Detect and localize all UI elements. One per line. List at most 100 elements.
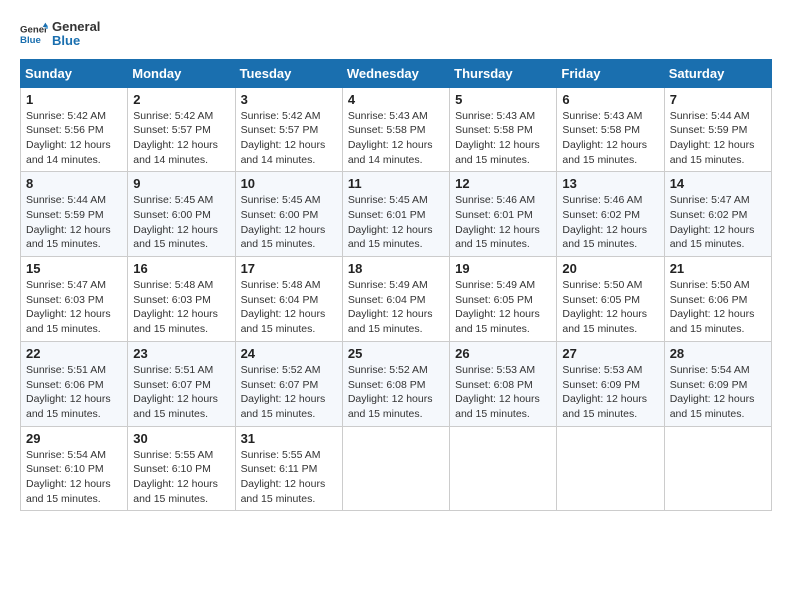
calendar-cell: 15 Sunrise: 5:47 AM Sunset: 6:03 PM Dayl…: [21, 257, 128, 342]
sunset-label: Sunset: 5:57 PM: [241, 124, 319, 136]
sunrise-label: Sunrise: 5:46 AM: [455, 194, 535, 206]
daylight-minutes: and 15 minutes.: [670, 154, 745, 166]
calendar-cell: 26 Sunrise: 5:53 AM Sunset: 6:08 PM Dayl…: [450, 341, 557, 426]
day-number: 19: [455, 261, 551, 276]
day-info: Sunrise: 5:49 AM Sunset: 6:05 PM Dayligh…: [455, 278, 551, 337]
daylight-minutes: and 15 minutes.: [26, 323, 101, 335]
sunrise-label: Sunrise: 5:55 AM: [241, 449, 321, 461]
sunset-label: Sunset: 6:08 PM: [348, 379, 426, 391]
calendar-cell: 19 Sunrise: 5:49 AM Sunset: 6:05 PM Dayl…: [450, 257, 557, 342]
sunset-label: Sunset: 6:03 PM: [26, 294, 104, 306]
day-number: 1: [26, 92, 122, 107]
daylight-label: Daylight: 12 hours: [670, 224, 755, 236]
daylight-minutes: and 15 minutes.: [670, 238, 745, 250]
daylight-label: Daylight: 12 hours: [133, 224, 218, 236]
weekday-header-row: SundayMondayTuesdayWednesdayThursdayFrid…: [21, 59, 772, 87]
sunset-label: Sunset: 6:00 PM: [133, 209, 211, 221]
day-info: Sunrise: 5:44 AM Sunset: 5:59 PM Dayligh…: [670, 109, 766, 168]
day-info: Sunrise: 5:43 AM Sunset: 5:58 PM Dayligh…: [348, 109, 444, 168]
daylight-minutes: and 15 minutes.: [133, 493, 208, 505]
daylight-minutes: and 15 minutes.: [670, 323, 745, 335]
daylight-minutes: and 15 minutes.: [455, 154, 530, 166]
daylight-label: Daylight: 12 hours: [348, 308, 433, 320]
daylight-label: Daylight: 12 hours: [562, 224, 647, 236]
day-number: 22: [26, 346, 122, 361]
daylight-minutes: and 14 minutes.: [241, 154, 316, 166]
calendar-cell: 3 Sunrise: 5:42 AM Sunset: 5:57 PM Dayli…: [235, 87, 342, 172]
day-info: Sunrise: 5:46 AM Sunset: 6:01 PM Dayligh…: [455, 193, 551, 252]
day-number: 20: [562, 261, 658, 276]
sunset-label: Sunset: 5:58 PM: [348, 124, 426, 136]
calendar-week-row: 8 Sunrise: 5:44 AM Sunset: 5:59 PM Dayli…: [21, 172, 772, 257]
sunrise-label: Sunrise: 5:54 AM: [26, 449, 106, 461]
day-number: 18: [348, 261, 444, 276]
daylight-minutes: and 15 minutes.: [455, 408, 530, 420]
daylight-label: Daylight: 12 hours: [562, 308, 647, 320]
sunset-label: Sunset: 6:09 PM: [562, 379, 640, 391]
sunset-label: Sunset: 6:02 PM: [670, 209, 748, 221]
weekday-header-wednesday: Wednesday: [342, 59, 449, 87]
day-info: Sunrise: 5:51 AM Sunset: 6:07 PM Dayligh…: [133, 363, 229, 422]
calendar-cell: 1 Sunrise: 5:42 AM Sunset: 5:56 PM Dayli…: [21, 87, 128, 172]
calendar-cell: 7 Sunrise: 5:44 AM Sunset: 5:59 PM Dayli…: [664, 87, 771, 172]
calendar-cell: 4 Sunrise: 5:43 AM Sunset: 5:58 PM Dayli…: [342, 87, 449, 172]
sunrise-label: Sunrise: 5:54 AM: [670, 364, 750, 376]
day-number: 31: [241, 431, 337, 446]
day-info: Sunrise: 5:52 AM Sunset: 6:07 PM Dayligh…: [241, 363, 337, 422]
day-info: Sunrise: 5:45 AM Sunset: 6:01 PM Dayligh…: [348, 193, 444, 252]
calendar-cell: 21 Sunrise: 5:50 AM Sunset: 6:06 PM Dayl…: [664, 257, 771, 342]
sunset-label: Sunset: 6:10 PM: [133, 463, 211, 475]
sunrise-label: Sunrise: 5:42 AM: [26, 110, 106, 122]
sunset-label: Sunset: 5:59 PM: [26, 209, 104, 221]
daylight-minutes: and 15 minutes.: [348, 323, 423, 335]
daylight-minutes: and 15 minutes.: [133, 408, 208, 420]
day-info: Sunrise: 5:53 AM Sunset: 6:09 PM Dayligh…: [562, 363, 658, 422]
calendar-body: 1 Sunrise: 5:42 AM Sunset: 5:56 PM Dayli…: [21, 87, 772, 511]
day-number: 3: [241, 92, 337, 107]
sunrise-label: Sunrise: 5:52 AM: [348, 364, 428, 376]
day-number: 17: [241, 261, 337, 276]
day-number: 13: [562, 176, 658, 191]
daylight-label: Daylight: 12 hours: [241, 308, 326, 320]
day-number: 29: [26, 431, 122, 446]
day-number: 24: [241, 346, 337, 361]
day-info: Sunrise: 5:47 AM Sunset: 6:02 PM Dayligh…: [670, 193, 766, 252]
calendar-cell: 20 Sunrise: 5:50 AM Sunset: 6:05 PM Dayl…: [557, 257, 664, 342]
daylight-label: Daylight: 12 hours: [455, 308, 540, 320]
calendar-week-row: 22 Sunrise: 5:51 AM Sunset: 6:06 PM Dayl…: [21, 341, 772, 426]
weekday-header-thursday: Thursday: [450, 59, 557, 87]
calendar-cell: 31 Sunrise: 5:55 AM Sunset: 6:11 PM Dayl…: [235, 426, 342, 511]
daylight-label: Daylight: 12 hours: [26, 139, 111, 151]
day-number: 9: [133, 176, 229, 191]
svg-text:Blue: Blue: [20, 35, 41, 46]
daylight-label: Daylight: 12 hours: [241, 224, 326, 236]
daylight-minutes: and 15 minutes.: [133, 323, 208, 335]
daylight-minutes: and 15 minutes.: [26, 493, 101, 505]
daylight-minutes: and 15 minutes.: [455, 323, 530, 335]
day-number: 12: [455, 176, 551, 191]
daylight-minutes: and 15 minutes.: [562, 154, 637, 166]
sunset-label: Sunset: 6:05 PM: [455, 294, 533, 306]
daylight-label: Daylight: 12 hours: [133, 393, 218, 405]
day-info: Sunrise: 5:55 AM Sunset: 6:11 PM Dayligh…: [241, 448, 337, 507]
day-number: 16: [133, 261, 229, 276]
day-info: Sunrise: 5:51 AM Sunset: 6:06 PM Dayligh…: [26, 363, 122, 422]
daylight-label: Daylight: 12 hours: [26, 224, 111, 236]
daylight-label: Daylight: 12 hours: [241, 393, 326, 405]
header: General Blue General Blue: [20, 20, 772, 49]
daylight-minutes: and 15 minutes.: [562, 323, 637, 335]
daylight-label: Daylight: 12 hours: [241, 478, 326, 490]
calendar-cell: 18 Sunrise: 5:49 AM Sunset: 6:04 PM Dayl…: [342, 257, 449, 342]
daylight-label: Daylight: 12 hours: [133, 478, 218, 490]
day-info: Sunrise: 5:47 AM Sunset: 6:03 PM Dayligh…: [26, 278, 122, 337]
sunset-label: Sunset: 6:02 PM: [562, 209, 640, 221]
calendar-cell: 23 Sunrise: 5:51 AM Sunset: 6:07 PM Dayl…: [128, 341, 235, 426]
calendar-cell: 8 Sunrise: 5:44 AM Sunset: 5:59 PM Dayli…: [21, 172, 128, 257]
sunset-label: Sunset: 6:11 PM: [241, 463, 318, 475]
calendar-cell: [557, 426, 664, 511]
sunrise-label: Sunrise: 5:53 AM: [455, 364, 535, 376]
sunset-label: Sunset: 6:05 PM: [562, 294, 640, 306]
weekday-header-friday: Friday: [557, 59, 664, 87]
daylight-minutes: and 15 minutes.: [241, 493, 316, 505]
day-number: 4: [348, 92, 444, 107]
